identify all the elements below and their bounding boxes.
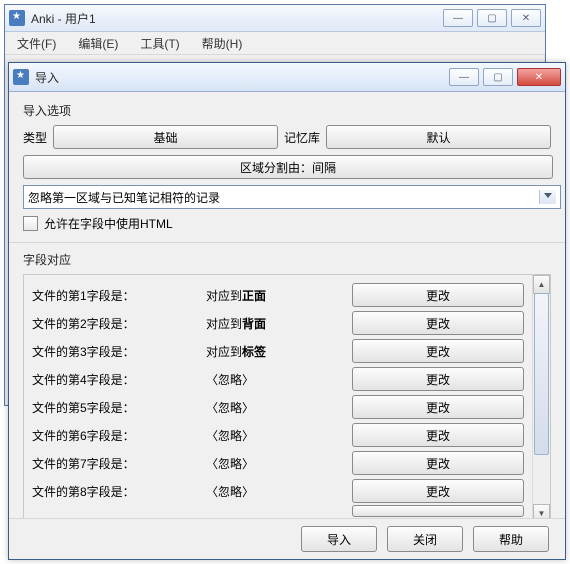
field-mapping-list: 文件的第1字段是：对应到正面更改文件的第2字段是：对应到背面更改文件的第3字段是… <box>24 275 532 523</box>
close-button[interactable]: ✕ <box>511 9 541 27</box>
import-window-controls: — ▢ ✕ <box>449 68 561 86</box>
maximize-button[interactable]: ▢ <box>477 9 507 27</box>
file-field-label: 文件的第4字段是： <box>32 371 202 388</box>
mapped-to-label: 〈忽略〉 <box>206 455 346 472</box>
mapped-to-label: 〈忽略〉 <box>206 399 346 416</box>
file-field-label: 文件的第6字段是： <box>32 427 202 444</box>
file-field-label: 文件的第2字段是： <box>32 315 202 332</box>
file-field-label: 文件的第3字段是： <box>32 343 202 360</box>
change-mapping-button[interactable]: 更改 <box>352 395 524 419</box>
app-icon <box>9 10 25 26</box>
import-button[interactable]: 导入 <box>301 526 377 552</box>
field-mapping-row: 文件的第5字段是：〈忽略〉更改 <box>32 393 524 421</box>
minimize-button[interactable]: — <box>443 9 473 27</box>
allow-html-checkbox[interactable] <box>23 216 38 231</box>
type-label: 类型 <box>23 129 47 146</box>
menu-edit[interactable]: 编辑(E) <box>74 33 122 54</box>
mapped-to-label: 〈忽略〉 <box>206 483 346 500</box>
scroll-up-button[interactable]: ▲ <box>533 275 550 294</box>
deck-button[interactable]: 默认 <box>326 125 551 149</box>
change-mapping-button[interactable]: 更改 <box>352 339 524 363</box>
close-dialog-button[interactable]: 关闭 <box>387 526 463 552</box>
app-icon <box>13 69 29 85</box>
change-mapping-button[interactable]: 更改 <box>352 311 524 335</box>
maximize-button[interactable]: ▢ <box>483 68 513 86</box>
file-field-label: 文件的第8字段是： <box>32 483 202 500</box>
close-button[interactable]: ✕ <box>517 68 561 86</box>
change-mapping-button[interactable] <box>352 505 524 517</box>
mapped-to-label: 〈忽略〉 <box>206 371 346 388</box>
field-mapping-row: 文件的第8字段是：〈忽略〉更改 <box>32 477 524 505</box>
menu-tools[interactable]: 工具(T) <box>136 33 183 54</box>
note-type-button[interactable]: 基础 <box>53 125 278 149</box>
menu-file[interactable]: 文件(F) <box>13 33 60 54</box>
menu-help[interactable]: 帮助(H) <box>198 33 247 54</box>
field-mapping-row: 文件的第2字段是：对应到背面更改 <box>32 309 524 337</box>
change-mapping-button[interactable]: 更改 <box>352 423 524 447</box>
field-mapping-row: 文件的第3字段是：对应到标签更改 <box>32 337 524 365</box>
options-heading: 导入选项 <box>23 102 551 119</box>
main-window-controls: — ▢ ✕ <box>443 9 541 27</box>
field-mapping-area: 文件的第1字段是：对应到正面更改文件的第2字段是：对应到背面更改文件的第3字段是… <box>23 274 551 524</box>
allow-html-label: 允许在字段中使用HTML <box>44 215 173 232</box>
main-title: Anki - 用户1 <box>31 10 96 27</box>
field-mapping-row: 文件的第4字段是：〈忽略〉更改 <box>32 365 524 393</box>
field-mapping-row: 文件的第6字段是：〈忽略〉更改 <box>32 421 524 449</box>
change-mapping-button[interactable]: 更改 <box>352 367 524 391</box>
change-mapping-button[interactable]: 更改 <box>352 451 524 475</box>
scroll-track[interactable] <box>533 293 550 505</box>
file-field-label: 文件的第1字段是： <box>32 287 202 304</box>
file-field-label: 文件的第5字段是： <box>32 399 202 416</box>
delimiter-button[interactable]: 区域分割由：间隔 <box>23 155 553 179</box>
import-titlebar: 导入 — ▢ ✕ <box>9 63 565 92</box>
menubar: 文件(F) 编辑(E) 工具(T) 帮助(H) <box>5 32 545 55</box>
deck-value: 默认 <box>427 129 451 146</box>
dedupe-select[interactable]: 忽略第一区域与已知笔记相符的记录 <box>23 185 561 209</box>
mapped-to-label: 〈忽略〉 <box>206 427 346 444</box>
file-field-label: 文件的第7字段是： <box>32 455 202 472</box>
field-mapping-row: 文件的第7字段是：〈忽略〉更改 <box>32 449 524 477</box>
dedupe-value: 忽略第一区域与已知笔记相符的记录 <box>28 189 220 206</box>
scroll-thumb[interactable] <box>534 293 549 455</box>
change-mapping-button[interactable]: 更改 <box>352 479 524 503</box>
scrollbar[interactable]: ▲ ▼ <box>532 275 550 523</box>
change-mapping-button[interactable]: 更改 <box>352 283 524 307</box>
field-mapping-row: 文件的第1字段是：对应到正面更改 <box>32 281 524 309</box>
main-titlebar: Anki - 用户1 — ▢ ✕ <box>5 5 545 32</box>
help-button[interactable]: 帮助 <box>473 526 549 552</box>
mapping-heading: 字段对应 <box>23 251 551 268</box>
dialog-footer: 导入 关闭 帮助 <box>9 518 565 559</box>
import-content: 导入选项 类型 基础 记忆库 默认 区域分割由：间隔 忽略第一区域与已知笔记相符… <box>9 92 565 530</box>
separator <box>9 242 565 243</box>
import-title: 导入 <box>35 69 59 86</box>
field-mapping-row <box>32 505 524 517</box>
chevron-down-icon <box>544 193 552 198</box>
minimize-button[interactable]: — <box>449 68 479 86</box>
delimiter-value: 区域分割由：间隔 <box>240 159 336 176</box>
mapped-to-label: 对应到标签 <box>206 343 346 360</box>
mapped-to-label: 对应到正面 <box>206 287 346 304</box>
mapped-to-label: 对应到背面 <box>206 315 346 332</box>
deck-label: 记忆库 <box>284 129 320 146</box>
note-type-value: 基础 <box>154 129 178 146</box>
import-dialog: 导入 — ▢ ✕ 导入选项 类型 基础 记忆库 默认 区域分割由：间隔 忽略第一… <box>8 62 566 560</box>
